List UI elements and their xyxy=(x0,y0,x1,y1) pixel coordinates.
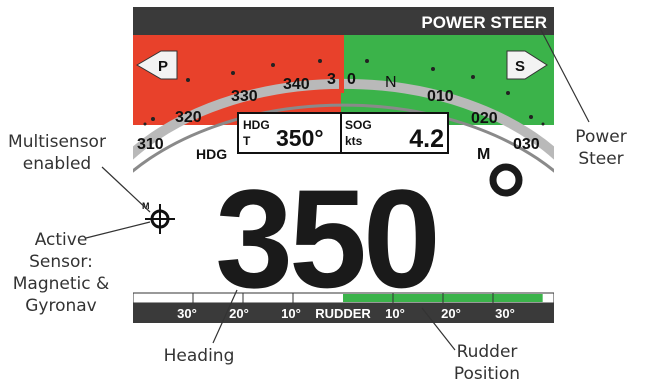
callout-active-sensor-text: Active Sensor: Magnetic & Gyronav xyxy=(12,230,110,316)
callout-heading-text: Heading xyxy=(163,346,235,366)
callout-power-steer: Power Steer xyxy=(556,126,646,170)
callout-active-sensor: Active Sensor: Magnetic & Gyronav xyxy=(2,229,120,317)
callout-heading: Heading xyxy=(152,345,246,367)
callout-multisensor-text: Multisensor enabled xyxy=(8,132,106,174)
callout-rudder-position: Rudder Position xyxy=(432,341,542,385)
heading-leader xyxy=(212,289,238,344)
power-steer-leader xyxy=(539,27,590,123)
callout-lines xyxy=(85,27,590,351)
callout-power-steer-text: Power Steer xyxy=(575,127,627,169)
callout-rudder-position-text: Rudder Position xyxy=(453,342,521,384)
callout-multisensor: Multisensor enabled xyxy=(2,131,112,175)
